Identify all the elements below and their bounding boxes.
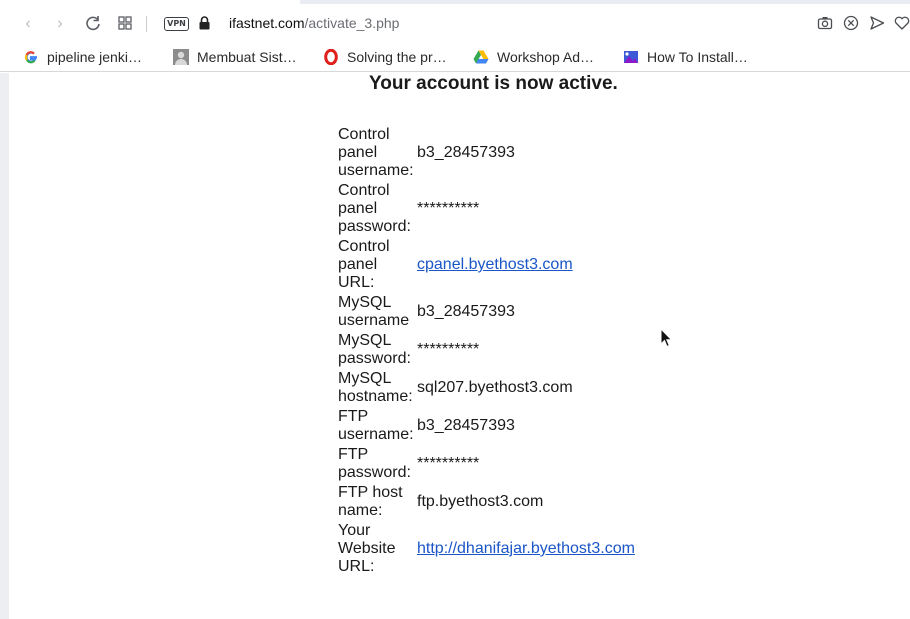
row-value: b3_28457393 [417,303,515,320]
row-value: ********** [417,200,480,217]
table-row: FTP password: ********** [338,445,635,483]
table-row: Control panel password: ********** [338,181,635,237]
bookmark-item[interactable]: Membuat Sist… [173,48,297,66]
bookmark-label: Solving the pr… [347,49,447,65]
tabs-grid-icon[interactable] [116,15,134,33]
page-title: Your account is now active. [369,73,618,94]
row-value: b3_28457393 [417,144,515,161]
row-label: MySQL hostname: [338,369,417,407]
table-row: FTP host name: ftp.byethost3.com [338,483,635,521]
vpn-badge[interactable]: VPN [164,17,189,31]
bookmark-site-icon [623,49,639,65]
row-label: FTP password: [338,445,417,483]
reload-icon[interactable] [84,15,102,33]
bookmark-label: Workshop Ad… [497,49,595,65]
lock-icon[interactable] [199,16,210,30]
label-text: MySQL hostname: [338,370,413,405]
row-value: http://dhanifajar.byethost3.com [417,521,635,577]
table-row: MySQL username b3_28457393 [338,293,635,331]
row-label: MySQL password: [338,331,417,369]
row-label: Control panel URL: [338,237,417,293]
address-path: /activate_3.php [304,15,400,31]
account-details-table: Control panel username: b3_28457393 Cont… [338,125,635,577]
google-icon [23,49,39,65]
label-text: MySQL password: [338,332,411,367]
table-row: MySQL password: ********** [338,331,635,369]
bookmark-item[interactable]: pipeline jenki… [23,48,142,66]
opera-icon [323,48,339,66]
label-text: Control panel URL: [338,238,390,291]
table-row: FTP username: b3_28457393 [338,407,635,445]
row-value: ftp.byethost3.com [417,493,544,510]
bookmark-label: pipeline jenki… [47,49,142,65]
bookmarks-bar: pipeline jenki… Membuat Sist… Solving th… [0,40,910,72]
row-value: ********** [417,455,480,472]
row-value: sql207.byethost3.com [417,379,573,396]
website-url-link[interactable]: http://dhanifajar.byethost3.com [417,540,635,557]
bookmark-item[interactable]: How To Install… [623,48,748,66]
table-row: Your Website URL: http://dhanifajar.byet… [338,521,635,577]
row-label: Control panel password: [338,181,417,237]
google-drive-icon [473,49,489,65]
browser-toolbar: ‹ › VPN ifastnet.com/activate_3.php [0,6,910,40]
heart-icon[interactable] [894,15,910,31]
label-text: MySQL username [338,294,410,329]
block-icon[interactable] [843,15,859,31]
address-bar[interactable]: ifastnet.com/activate_3.php [229,15,399,31]
left-panel-edge [0,73,9,619]
table-row: Control panel URL: cpanel.byethost3.com [338,237,635,293]
address-host: ifastnet.com [229,15,305,31]
row-label: FTP host name: [338,483,417,521]
bookmark-item[interactable]: Workshop Ad… [473,48,594,66]
row-value: ********** [417,341,480,358]
page-content: Your account is now active. Control pane… [0,73,910,619]
row-label: Control panel username: [338,125,417,181]
bookmark-label: How To Install… [647,49,748,65]
bookmark-label: Membuat Sist… [197,49,297,65]
label-text: FTP host name: [338,484,403,519]
row-label: FTP username: [338,407,417,445]
tab-bar[interactable] [300,0,910,4]
cpanel-url-link[interactable]: cpanel.byethost3.com [417,256,573,273]
back-icon[interactable]: ‹ [19,15,37,33]
mouse-cursor-icon [660,328,673,348]
table-row: MySQL hostname: sql207.byethost3.com [338,369,635,407]
avatar-icon [173,49,189,65]
row-label: MySQL username [338,293,417,331]
label-text: Control panel password: [338,182,411,235]
label-text: Control panel username: [338,126,414,179]
forward-icon[interactable]: › [51,15,69,33]
row-value: b3_28457393 [417,417,515,434]
row-label: Your Website URL: [338,521,417,577]
camera-icon[interactable] [817,15,833,31]
toolbar-divider [146,16,147,32]
label-text: FTP username: [338,408,414,443]
table-row: Control panel username: b3_28457393 [338,125,635,181]
label-text: FTP password: [338,446,411,481]
label-text: Your Website URL: [338,522,396,575]
row-value: cpanel.byethost3.com [417,237,635,293]
send-icon[interactable] [869,15,885,31]
bookmark-item[interactable]: Solving the pr… [323,48,447,66]
